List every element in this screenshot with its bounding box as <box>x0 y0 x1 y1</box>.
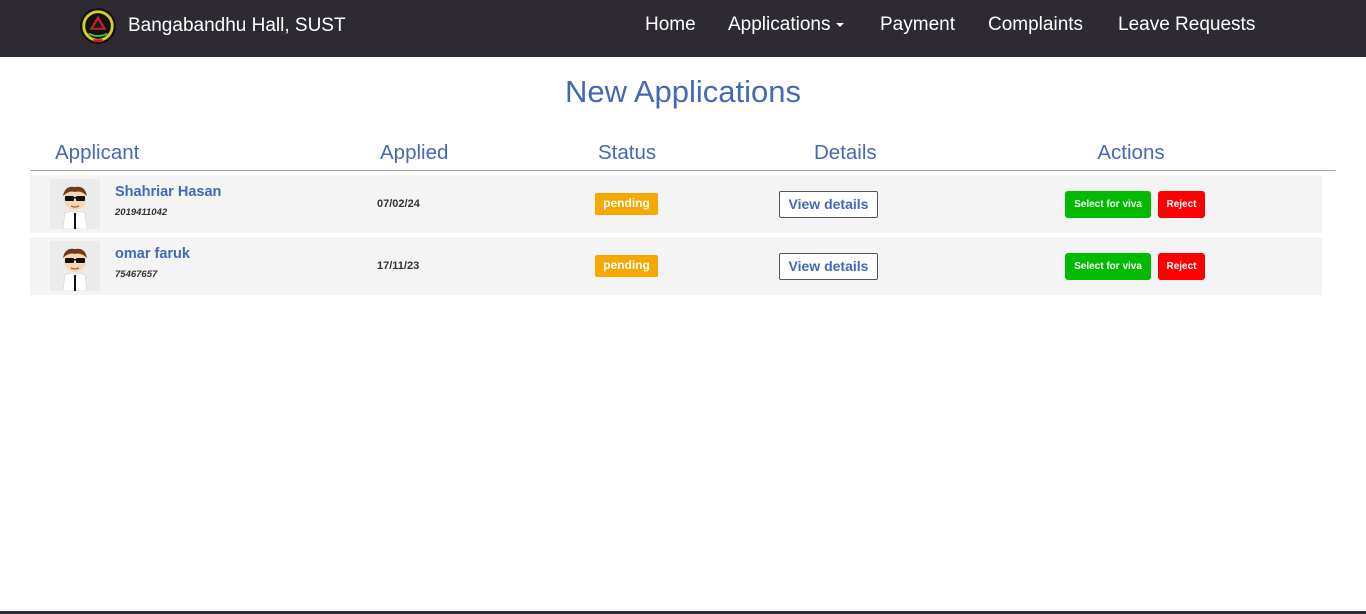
column-header-status: Status <box>593 139 661 171</box>
nav-applications-label: Applications <box>728 14 831 35</box>
hall-logo-icon <box>79 7 117 45</box>
column-header-applicant: Applicant <box>51 139 147 171</box>
person-avatar-icon <box>50 241 100 291</box>
reject-button[interactable]: Reject <box>1158 191 1205 218</box>
applicant-name[interactable]: Shahriar Hasan <box>115 184 221 200</box>
nav-applications-dropdown[interactable]: Applications <box>728 14 845 36</box>
status-badge: pending <box>595 193 658 215</box>
reject-button[interactable]: Reject <box>1158 253 1205 280</box>
nav-leave-requests[interactable]: Leave Requests <box>1118 14 1255 36</box>
status-badge: pending <box>595 255 658 277</box>
applicant-id: 75467657 <box>115 269 158 280</box>
brand-name: Bangabandhu Hall, SUST <box>128 15 346 36</box>
view-details-button[interactable]: View details <box>779 253 878 280</box>
nav-complaints[interactable]: Complaints <box>988 14 1083 36</box>
applied-date: 17/11/23 <box>377 260 420 272</box>
person-avatar-icon <box>50 179 100 229</box>
table-row: omar faruk 75467657 17/11/23 pending Vie… <box>30 237 1322 295</box>
caret-down-icon <box>836 22 845 27</box>
column-header-applied: Applied <box>376 139 456 171</box>
select-for-viva-button[interactable]: Select for viva <box>1065 191 1151 218</box>
applicant-id: 2019411042 <box>115 207 168 218</box>
page-title: New Applications <box>564 74 802 109</box>
table-row: Shahriar Hasan 2019411042 07/02/24 pendi… <box>30 175 1322 233</box>
applied-date: 07/02/24 <box>377 198 420 210</box>
nav-payment[interactable]: Payment <box>880 14 955 36</box>
applicant-name[interactable]: omar faruk <box>115 246 190 262</box>
column-header-actions: Actions <box>1061 139 1201 171</box>
column-header-details: Details <box>804 139 882 171</box>
table-header-divider <box>30 170 1336 171</box>
select-for-viva-button[interactable]: Select for viva <box>1065 253 1151 280</box>
nav-home[interactable]: Home <box>645 14 696 36</box>
top-navbar: Bangabandhu Hall, SUST Home Applications… <box>0 0 1366 57</box>
brand-link[interactable]: Bangabandhu Hall, SUST <box>79 6 346 46</box>
view-details-button[interactable]: View details <box>779 191 878 218</box>
